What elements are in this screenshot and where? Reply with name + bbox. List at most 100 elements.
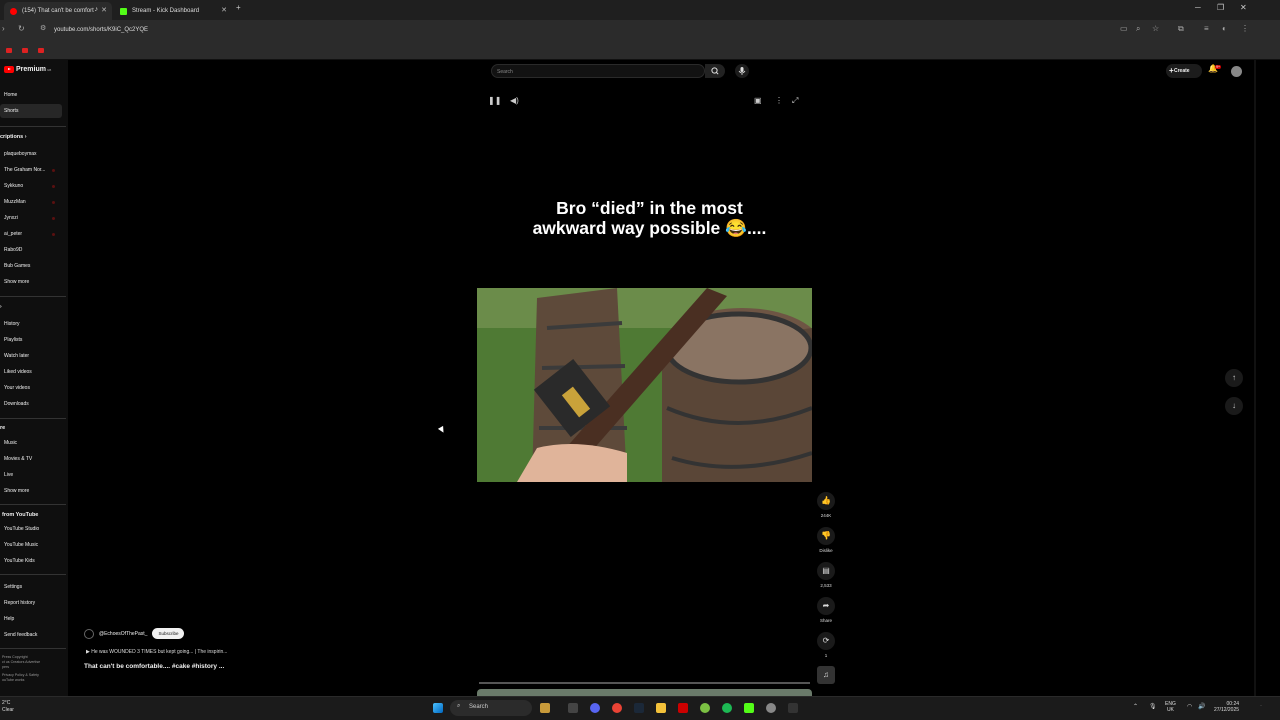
page-scrollbar[interactable] [1254, 60, 1256, 696]
bookmark-star-icon[interactable]: ☆ [1152, 24, 1159, 33]
bookmark-youtube-icon[interactable] [6, 48, 12, 53]
wifi-icon[interactable]: ◠ [1187, 703, 1192, 710]
explore-show-more[interactable]: Show more [0, 484, 62, 498]
pause-icon[interactable]: ❚❚ [488, 96, 501, 105]
kick-icon[interactable] [744, 703, 754, 713]
create-button[interactable]: + Create [1166, 64, 1202, 78]
sidebar-item-subscription[interactable]: Rabo9D [0, 243, 62, 257]
weather-widget[interactable]: 2°C Clear [2, 700, 14, 714]
bookmark-youtube-icon[interactable] [38, 48, 44, 53]
remix-button[interactable]: ⟳ [817, 632, 835, 650]
subscribe-button[interactable]: Subscribe [152, 628, 185, 639]
media-icon[interactable]: ≡ [1204, 24, 1209, 33]
sidebar-item-settings[interactable]: Settings [0, 580, 62, 594]
subscriptions-header[interactable]: criptions › [0, 134, 27, 140]
avatar[interactable] [1231, 66, 1242, 77]
shorts-player[interactable]: ❚❚ ◀) ▣ ⋮ ⤢ Bro “died” in the most awkwa… [477, 87, 812, 692]
next-short-button[interactable]: ↓ [1225, 397, 1243, 415]
chrome-icon[interactable] [612, 703, 622, 713]
microphone-icon[interactable]: 🎙 [1149, 703, 1157, 710]
close-tab-icon[interactable]: ✕ [221, 6, 227, 14]
bookmark-youtube-icon[interactable] [22, 48, 28, 53]
language-indicator[interactable]: ENG UK [1165, 701, 1176, 713]
app-icon[interactable] [678, 703, 688, 713]
menu-icon[interactable]: ⋮ [1241, 24, 1249, 33]
sidebar-item-report-history[interactable]: Report history [0, 596, 62, 610]
voice-search-button[interactable] [735, 64, 749, 78]
discord-icon[interactable] [590, 703, 600, 713]
close-tab-icon[interactable]: ✕ [101, 6, 107, 14]
sidebar-item-liked-videos[interactable]: Liked videos [0, 365, 62, 379]
extensions-icon[interactable]: ⧉ [1178, 24, 1184, 34]
sidebar-item-playlists[interactable]: Playlists [0, 333, 62, 347]
zoom-icon[interactable]: ⌕ [1136, 24, 1140, 34]
widgets-icon[interactable] [540, 703, 550, 713]
related-video-link[interactable]: ▶ He was WOUNDED 3 TIMES but kept going.… [86, 649, 227, 655]
task-view-icon[interactable] [568, 703, 578, 713]
sidebar-item-subscription[interactable]: plaqueboymax [0, 147, 62, 161]
minimize-icon[interactable]: ─ [1195, 3, 1201, 12]
sidebar-item-subscription[interactable]: Bub Games [0, 259, 62, 273]
search-button[interactable] [705, 64, 725, 78]
search-input[interactable]: Search [491, 64, 705, 78]
new-tab-icon[interactable]: + [236, 3, 241, 12]
youtube-logo[interactable]: Premium GB [4, 66, 51, 73]
share-button[interactable]: ➦ [817, 597, 835, 615]
site-info-icon[interactable]: ⚙ [40, 24, 46, 32]
fullscreen-icon[interactable]: ⤢ [792, 96, 798, 106]
previous-short-button[interactable]: ↑ [1225, 369, 1243, 387]
volume-icon[interactable]: 🔊 [1198, 703, 1205, 710]
app-icon[interactable] [766, 703, 776, 713]
you-header-chevron-icon[interactable]: › [0, 304, 2, 310]
windows-start-icon[interactable] [433, 703, 443, 713]
sidebar-item-downloads[interactable]: Downloads [0, 397, 62, 411]
tab-youtube[interactable]: (154) That can't be comfort ♪ ✕ [4, 2, 112, 20]
file-explorer-icon[interactable] [656, 703, 666, 713]
app-icon[interactable] [788, 703, 798, 713]
speaker-icon[interactable]: ♪ [95, 6, 99, 13]
captions-icon[interactable]: ▣ [754, 96, 762, 105]
clock[interactable]: 00:24 27/12/2025 [1214, 701, 1239, 713]
tab-kick[interactable]: Stream - Kick Dashboard ✕ [114, 2, 232, 20]
sidebar-item-help[interactable]: Help [0, 612, 62, 626]
close-window-icon[interactable]: ✕ [1240, 3, 1247, 12]
sidebar-item-history[interactable]: History [0, 317, 62, 331]
play-triangle-icon: ▶ [86, 649, 90, 655]
forward-icon[interactable]: › [2, 24, 5, 33]
sidebar-item-live[interactable]: Live [0, 468, 62, 482]
restore-icon[interactable]: ❐ [1217, 3, 1224, 12]
sidebar-item-shorts[interactable]: Shorts [0, 104, 62, 118]
sidebar-item-youtube-kids[interactable]: YouTube Kids [0, 554, 62, 568]
video-progress-bar[interactable] [479, 682, 810, 684]
sidebar-item-music[interactable]: Music [0, 436, 62, 450]
logo-country: GB [46, 67, 52, 72]
tray-chevron-icon[interactable]: ⌃ [1133, 703, 1138, 710]
sidebar-item-home[interactable]: Home [0, 88, 62, 102]
more-options-icon[interactable]: ⋮ [775, 96, 783, 105]
steam-icon[interactable] [634, 703, 644, 713]
sidebar-item-youtube-studio[interactable]: YouTube Studio [0, 522, 62, 536]
url-field[interactable]: youtube.com/shorts/K9iC_Qc2YQE [36, 24, 1111, 38]
sidebar-item-send-feedback[interactable]: Send feedback [0, 628, 62, 642]
footer-links[interactable]: Press Copyright ct us Creators Advertise… [2, 655, 40, 683]
taskbar-search[interactable]: ⌕ Search [450, 700, 532, 716]
sidebar-item-movies-tv[interactable]: Movies & TV [0, 452, 62, 466]
dislike-button[interactable]: 👎 [817, 527, 835, 545]
subscriptions-show-more[interactable]: Show more [0, 275, 62, 289]
sidebar-item-watch-later[interactable]: Watch later [0, 349, 62, 363]
channel-avatar[interactable] [84, 628, 94, 639]
sidebar-item-your-videos[interactable]: Your videos [0, 381, 62, 395]
comments-button[interactable]: ▤ [817, 562, 835, 580]
app-icon[interactable] [700, 703, 710, 713]
reload-icon[interactable]: ↻ [18, 24, 25, 33]
channel-name[interactable]: @EchoesOfThePast_ [99, 631, 147, 637]
sound-button[interactable]: ♫ [817, 666, 835, 684]
sidebar-item-youtube-music[interactable]: YouTube Music [0, 538, 62, 552]
notification-center-icon[interactable]: · [1260, 703, 1262, 709]
profile-icon[interactable]: ◐ [1222, 24, 1227, 33]
cast-icon[interactable]: ▭ [1120, 24, 1128, 33]
short-title[interactable]: That can't be comfortable.... #cake #his… [84, 663, 224, 670]
like-button[interactable]: 👍 [817, 492, 835, 510]
volume-icon[interactable]: ◀) [510, 96, 519, 105]
spotify-icon[interactable] [722, 703, 732, 713]
